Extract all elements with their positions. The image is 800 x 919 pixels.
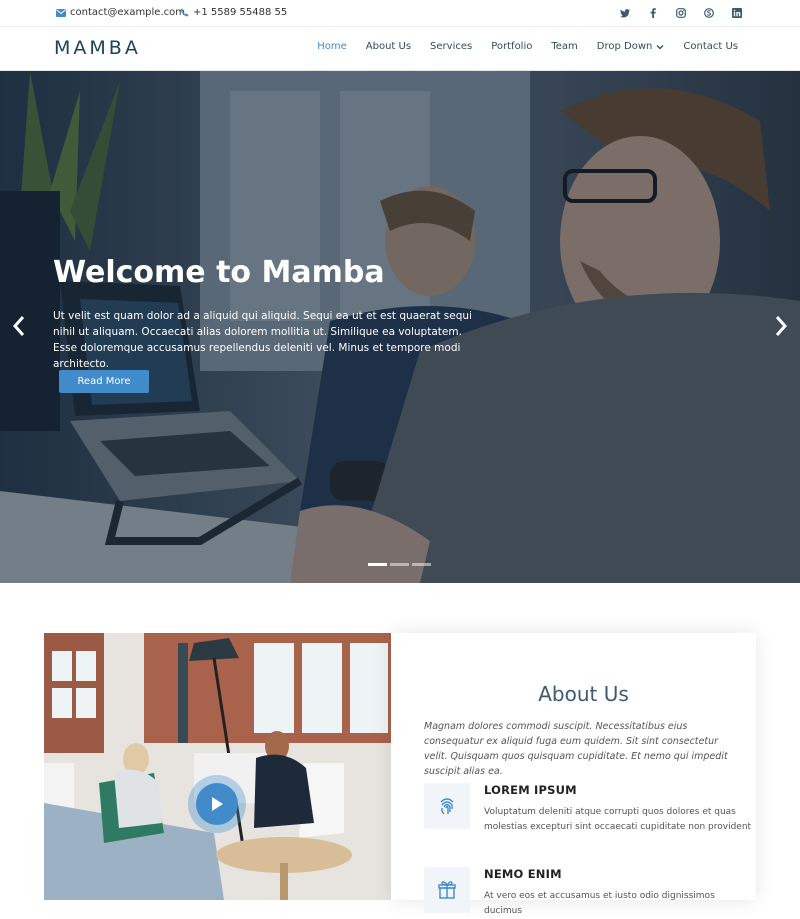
feature-text: At vero eos et accusamus et iusto odio d… [484,891,715,916]
logo[interactable]: MAMBA [54,37,141,59]
email-text: contact@example.com [70,7,185,18]
slide-indicator[interactable] [390,563,409,566]
envelope-icon [56,8,66,17]
contact-phone[interactable]: +1 5589 55488 55 [180,7,287,18]
nav-services[interactable]: Services [430,41,472,52]
chevron-left-icon[interactable] [12,315,26,337]
feature-title: LOREM IPSUM [484,783,577,797]
chevron-right-icon[interactable] [774,315,788,337]
nav-contact[interactable]: Contact Us [683,41,738,52]
facebook-icon[interactable] [646,6,660,20]
twitter-icon[interactable] [618,6,632,20]
slide-indicators [368,563,431,566]
nav-portfolio[interactable]: Portfolio [491,41,532,52]
nav-dropdown[interactable]: Drop Down [597,41,665,52]
fingerprint-icon [424,783,470,829]
about-section: About Us Magnam dolores commodi suscipit… [391,633,756,916]
nav-about[interactable]: About Us [366,41,411,52]
social-links [618,6,744,20]
slide-indicator[interactable] [368,563,387,566]
main-nav: Home About Us Services Portfolio Team Dr… [317,41,738,52]
nav-dropdown-label: Drop Down [596,41,653,52]
play-icon [212,797,223,811]
top-bar: contact@example.com +1 5589 55488 55 [0,0,800,27]
hero-slider: Welcome to Mamba Ut velit est quam dolor… [0,71,800,583]
feature-title: NEMO ENIM [484,867,562,881]
play-video-button[interactable] [196,783,238,825]
contact-email[interactable]: contact@example.com [56,7,185,18]
site-header: MAMBA Home About Us Services Portfolio T… [0,28,800,71]
about-title: About Us [538,682,629,706]
nav-team[interactable]: Team [551,41,577,52]
slide-indicator[interactable] [412,563,431,566]
hero-title: Welcome to Mamba [53,255,385,290]
instagram-icon[interactable] [674,6,688,20]
linkedin-icon[interactable] [730,6,744,20]
nav-home[interactable]: Home [317,41,347,52]
about-video-thumbnail[interactable] [44,633,391,900]
gift-icon [424,867,470,913]
read-more-button[interactable]: Read More [59,370,149,393]
phone-text: +1 5589 55488 55 [193,7,288,18]
feature-text: Voluptatum deleniti atque corrupti quos … [484,807,752,832]
skype-icon[interactable] [702,6,716,20]
hero-text: Ut velit est quam dolor ad a aliquid qui… [53,310,472,370]
phone-icon [180,8,189,17]
chevron-down-icon [656,44,664,49]
about-intro: Magnam dolores commodi suscipit. Necessi… [424,721,728,777]
office-photo [44,633,391,900]
